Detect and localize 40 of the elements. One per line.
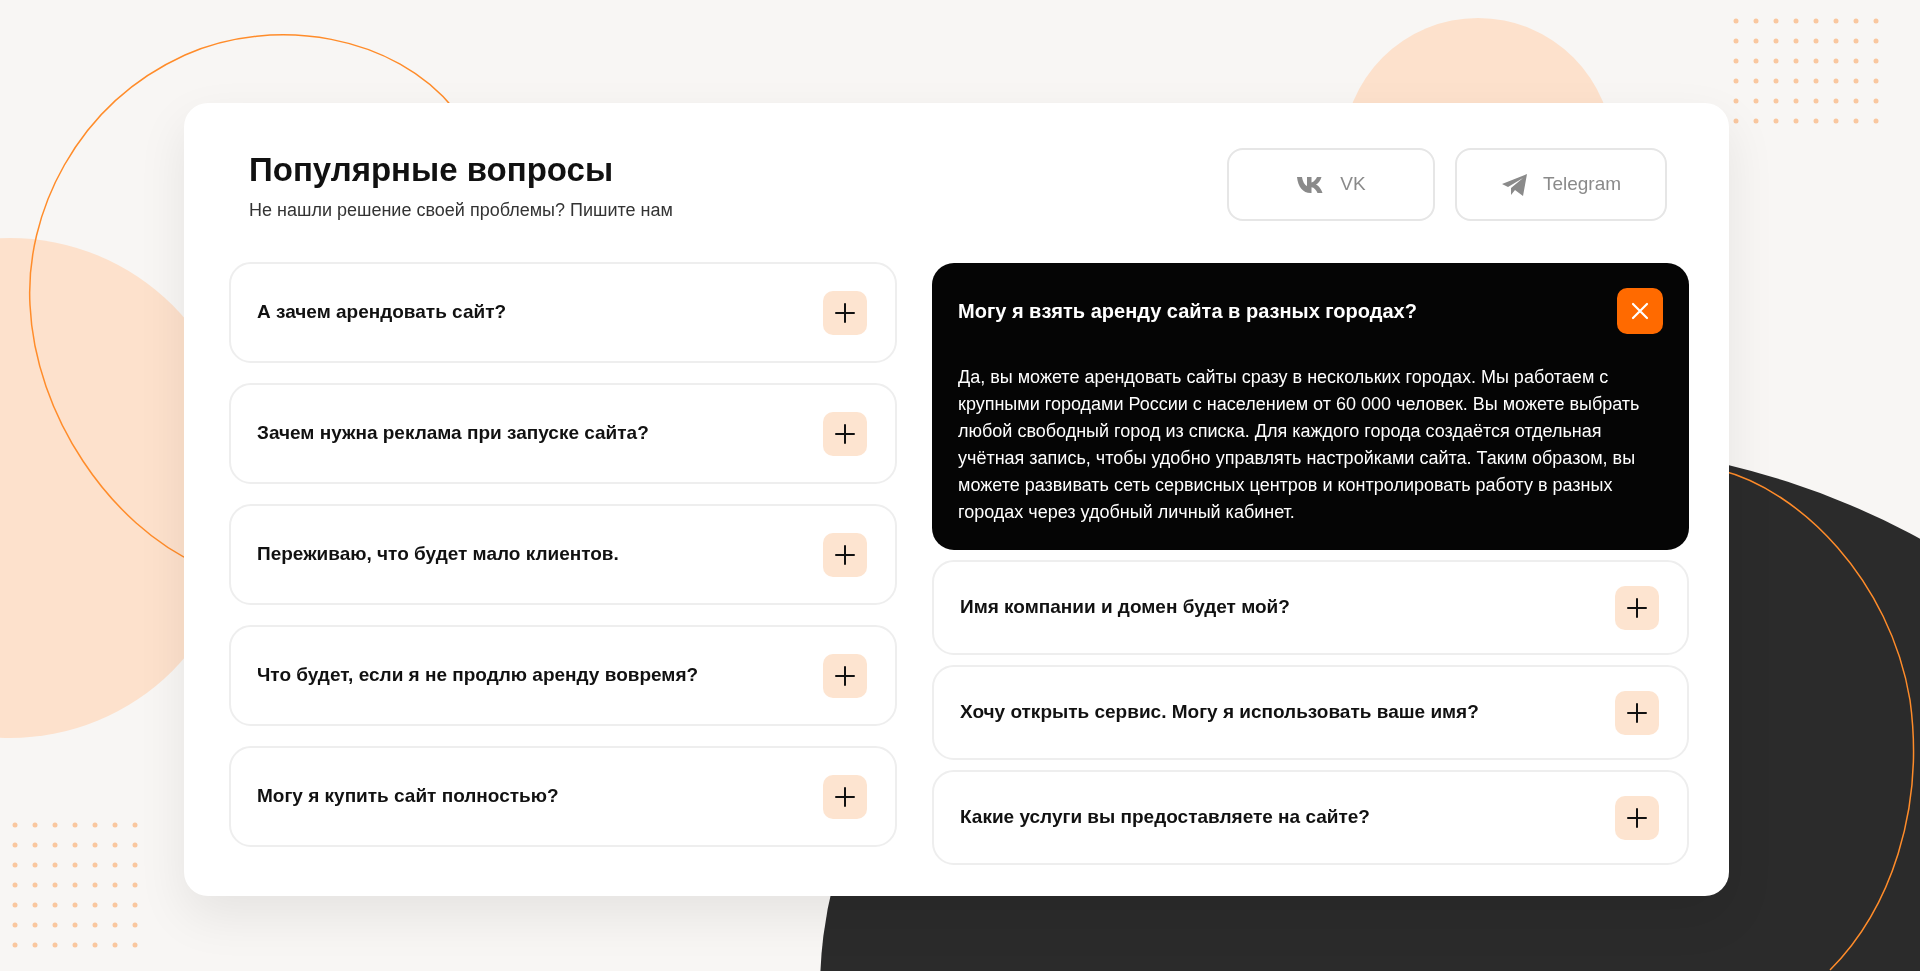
- plus-icon: [835, 544, 855, 565]
- faq-item[interactable]: Хочу открыть сервис. Могу я использовать ваше имя?: [932, 665, 1689, 760]
- plus-icon: [835, 786, 855, 807]
- plus-icon: [1627, 597, 1647, 618]
- expand-button[interactable]: [823, 774, 867, 819]
- paper-plane-icon: [1500, 172, 1529, 197]
- plus-icon: [835, 423, 855, 444]
- faq-subtitle: Не нашли решение своей проблемы? Пишите нам: [249, 199, 673, 222]
- faq-item[interactable]: Зачем нужна реклама при запуске сайта?: [229, 383, 897, 484]
- faq-answer: Да, вы можете арендовать сайты сразу в нескольких городах. Мы работаем с крупными городами России с населением от 60 000 человек. Вы можете выбрать любой свободный город из списка. Для каждого города создаётся отдельная учётная запись, чтобы удобно управлять настройками сайта. Таким образом, вы можете развивать сеть сервисных центров и контролировать работу в разных городах через удобный личный кабинет.: [958, 366, 1641, 524]
- faq-item[interactable]: А зачем арендовать сайт?: [229, 262, 897, 363]
- faq-question: Хочу открыть сервис. Могу я использовать ваше имя?: [960, 700, 1479, 725]
- faq-question: Зачем нужна реклама при запуске сайта?: [257, 421, 649, 446]
- close-icon: [1631, 302, 1649, 320]
- close-button[interactable]: [1617, 288, 1663, 334]
- faq-item[interactable]: Имя компании и домен будет мой?: [932, 560, 1689, 655]
- expand-button[interactable]: [823, 653, 867, 698]
- faq-question: Какие услуги вы предоставляете на сайте?: [960, 805, 1370, 830]
- faq-question: А зачем арендовать сайт?: [257, 300, 507, 325]
- faq-item-expanded[interactable]: [932, 263, 1689, 550]
- expand-button[interactable]: [823, 290, 867, 335]
- faq-item[interactable]: Могу я купить сайт полностью?: [229, 746, 897, 847]
- faq-question: Что будет, если я не продлю аренду вовремя?: [257, 663, 699, 688]
- faq-question: Переживаю, что будет мало клиентов.: [257, 542, 619, 567]
- faq-question: Могу я взять аренду сайта в разных городах?: [958, 299, 1417, 324]
- expand-button[interactable]: [1615, 690, 1659, 735]
- faq-item[interactable]: Какие услуги вы предоставляете на сайте?: [932, 770, 1689, 865]
- expand-button[interactable]: [1615, 585, 1659, 630]
- faq-title: Популярные вопросы: [249, 150, 615, 190]
- plus-icon: [1627, 807, 1647, 828]
- faq-question: Имя компании и домен будет мой?: [960, 595, 1290, 620]
- expand-button[interactable]: [823, 411, 867, 456]
- faq-item[interactable]: Что будет, если я не продлю аренду вовремя?: [229, 625, 897, 726]
- expand-button[interactable]: [1615, 795, 1659, 840]
- faq-item[interactable]: Переживаю, что будет мало клиентов.: [229, 504, 897, 605]
- expand-button[interactable]: [823, 532, 867, 577]
- plus-icon: [835, 665, 855, 686]
- plus-icon: [1627, 702, 1647, 723]
- plus-icon: [835, 302, 855, 323]
- faq-question: Могу я купить сайт полностью?: [257, 784, 559, 809]
